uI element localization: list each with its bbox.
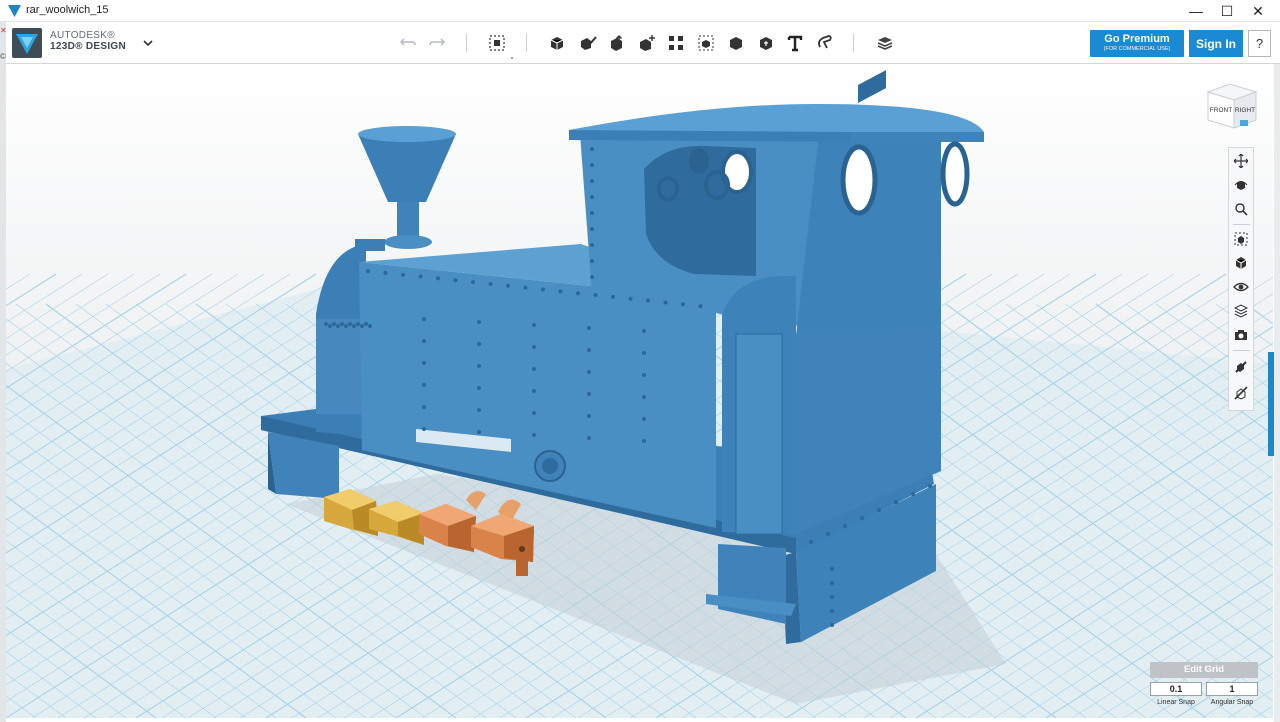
snap-tool-icon[interactable] bbox=[1232, 358, 1250, 376]
app-logo-icon bbox=[8, 5, 21, 17]
angular-snap-input[interactable]: 1 bbox=[1206, 682, 1258, 696]
scene-canvas[interactable] bbox=[6, 64, 1273, 718]
edit-grid-button[interactable]: Edit Grid bbox=[1150, 662, 1258, 678]
app-logo-icon bbox=[12, 28, 42, 58]
logo-line-2: 123D® DESIGN bbox=[50, 41, 126, 52]
app-window: rar_woolwich_15 — ☐ ✕ AUTODESK® 123D® DE… bbox=[0, 0, 1280, 722]
orbit-icon[interactable] bbox=[1232, 176, 1250, 194]
maximize-button[interactable]: ☐ bbox=[1212, 0, 1242, 22]
right-window-edge bbox=[1274, 64, 1280, 722]
construct-icon[interactable] bbox=[605, 31, 629, 55]
window-title: rar_woolwich_15 bbox=[26, 4, 109, 16]
snap-icon[interactable] bbox=[813, 31, 837, 55]
combine-icon[interactable] bbox=[724, 31, 748, 55]
close-button[interactable]: ✕ bbox=[1243, 0, 1273, 22]
viewcube-front-label: FRONT bbox=[1210, 107, 1232, 114]
view-cube[interactable]: FRONT RIGHT bbox=[1200, 80, 1264, 130]
pattern-icon[interactable] bbox=[664, 31, 688, 55]
zoom-icon[interactable] bbox=[1232, 200, 1250, 218]
angular-snap-label: Angular Snap bbox=[1210, 699, 1254, 706]
material-view-icon[interactable] bbox=[1232, 302, 1250, 320]
go-premium-label: Go Premium bbox=[1104, 33, 1170, 45]
hide-icon[interactable] bbox=[1232, 384, 1250, 402]
minimize-button[interactable]: — bbox=[1181, 0, 1211, 22]
help-button[interactable]: ? bbox=[1248, 30, 1271, 57]
title-bar: rar_woolwich_15 — ☐ ✕ bbox=[0, 0, 1280, 22]
separator bbox=[1233, 224, 1250, 225]
text-icon[interactable] bbox=[783, 31, 807, 55]
visibility-icon[interactable] bbox=[1232, 278, 1250, 296]
sketch-icon[interactable] bbox=[576, 31, 600, 55]
chevron-down-icon[interactable] bbox=[140, 36, 156, 50]
fit-icon[interactable] bbox=[1232, 230, 1250, 248]
3d-viewport[interactable] bbox=[6, 64, 1273, 718]
app-toolbar: AUTODESK® 123D® DESIGN Go Premium (FOR C… bbox=[0, 22, 1280, 64]
measure-icon[interactable] bbox=[754, 31, 778, 55]
side-panel-tab[interactable] bbox=[1268, 352, 1274, 456]
primitives-icon[interactable] bbox=[545, 31, 569, 55]
redo-icon[interactable] bbox=[425, 31, 449, 55]
logo-line-1: AUTODESK® bbox=[50, 30, 115, 41]
edit-grid-panel: Edit Grid 0.1 1 Linear Snap Angular Snap bbox=[1150, 662, 1258, 714]
separator bbox=[466, 34, 467, 52]
camera-icon[interactable] bbox=[1232, 326, 1250, 344]
separator bbox=[853, 34, 854, 52]
pan-icon[interactable] bbox=[1232, 152, 1250, 170]
dropdown-dot bbox=[511, 57, 513, 59]
separator bbox=[526, 34, 527, 52]
navigation-bar bbox=[1228, 147, 1254, 411]
app-logo: AUTODESK® 123D® DESIGN bbox=[50, 30, 126, 52]
go-premium-button[interactable]: Go Premium (FOR COMMERCIAL USE) bbox=[1090, 30, 1184, 57]
go-premium-sublabel: (FOR COMMERCIAL USE) bbox=[1103, 46, 1171, 52]
sign-in-button[interactable]: Sign In bbox=[1189, 30, 1243, 57]
separator bbox=[1233, 350, 1250, 351]
linear-snap-label: Linear Snap bbox=[1157, 699, 1195, 706]
modify-icon[interactable] bbox=[635, 31, 659, 55]
undo-icon[interactable] bbox=[396, 31, 420, 55]
transform-icon[interactable] bbox=[485, 31, 509, 55]
viewcube-right-label: RIGHT bbox=[1235, 107, 1255, 114]
group-icon[interactable] bbox=[694, 31, 718, 55]
material-icon[interactable] bbox=[873, 31, 897, 55]
views-icon[interactable] bbox=[1232, 254, 1250, 272]
linear-snap-input[interactable]: 0.1 bbox=[1150, 682, 1202, 696]
